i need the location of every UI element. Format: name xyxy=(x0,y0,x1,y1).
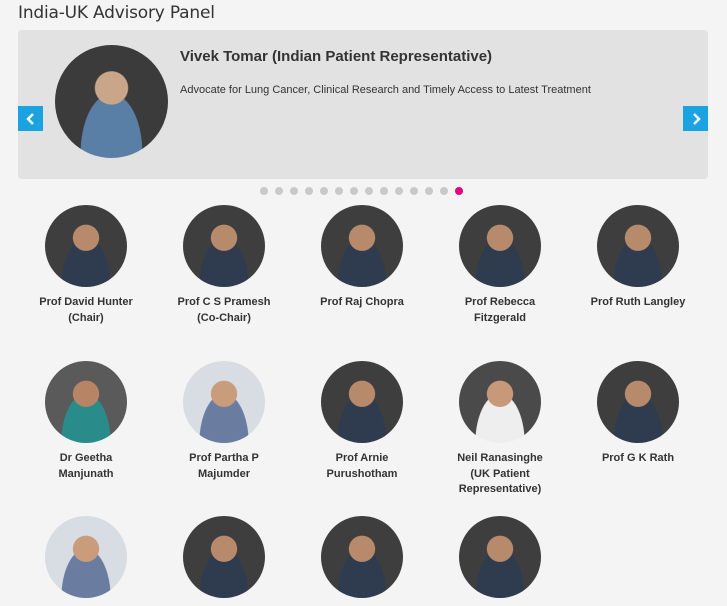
member-avatar[interactable] xyxy=(183,516,265,598)
member-card[interactable]: Prof C S Pramesh (Co-Chair) xyxy=(164,205,284,326)
member-card[interactable]: Prof Ruth Langley xyxy=(578,205,698,311)
carousel-dot[interactable] xyxy=(260,187,268,195)
member-name[interactable]: Prof David Hunter (Chair) xyxy=(26,295,146,326)
member-avatar[interactable] xyxy=(597,361,679,443)
carousel-dot[interactable] xyxy=(410,187,418,195)
carousel-dot[interactable] xyxy=(335,187,343,195)
member-name[interactable]: Prof Ruth Langley xyxy=(578,295,698,311)
member-card[interactable] xyxy=(302,516,422,606)
member-name[interactable]: Neil Ranasinghe (UK Patient Representati… xyxy=(440,451,560,498)
member-avatar[interactable] xyxy=(45,361,127,443)
carousel-prev-button[interactable] xyxy=(18,106,43,131)
member-avatar[interactable] xyxy=(321,205,403,287)
member-name[interactable]: Prof G K Rath xyxy=(578,451,698,467)
page-title: India-UK Advisory Panel xyxy=(18,3,215,23)
carousel-dot[interactable] xyxy=(365,187,373,195)
carousel-dots xyxy=(260,187,463,195)
member-card[interactable] xyxy=(440,516,560,606)
member-avatar[interactable] xyxy=(459,205,541,287)
member-avatar[interactable] xyxy=(183,205,265,287)
member-card[interactable]: Dr Geetha Manjunath xyxy=(26,361,146,482)
chevron-right-icon xyxy=(692,112,701,125)
member-avatar[interactable] xyxy=(45,516,127,598)
featured-name: Vivek Tomar (Indian Patient Representati… xyxy=(180,48,493,65)
carousel-dot[interactable] xyxy=(395,187,403,195)
carousel-next-button[interactable] xyxy=(683,106,708,131)
member-card[interactable] xyxy=(164,516,284,606)
featured-carousel: Vivek Tomar (Indian Patient Representati… xyxy=(18,30,708,179)
carousel-dot[interactable] xyxy=(305,187,313,195)
member-card[interactable]: Prof Raj Chopra xyxy=(302,205,422,311)
carousel-dot[interactable] xyxy=(275,187,283,195)
member-avatar[interactable] xyxy=(597,205,679,287)
carousel-dot[interactable] xyxy=(290,187,298,195)
featured-portrait xyxy=(55,45,168,158)
member-card[interactable]: Prof Arnie Purushotham xyxy=(302,361,422,482)
member-name[interactable]: Prof Arnie Purushotham xyxy=(302,451,422,482)
member-card[interactable] xyxy=(26,516,146,606)
carousel-dot[interactable] xyxy=(320,187,328,195)
carousel-dot[interactable] xyxy=(380,187,388,195)
chevron-left-icon xyxy=(25,112,34,125)
carousel-dot[interactable] xyxy=(425,187,433,195)
member-card[interactable]: Prof G K Rath xyxy=(578,361,698,467)
member-card[interactable]: Prof Partha P Majumder xyxy=(164,361,284,482)
member-name[interactable]: Prof Raj Chopra xyxy=(302,295,422,311)
carousel-dot[interactable] xyxy=(350,187,358,195)
member-name[interactable]: Dr Geetha Manjunath xyxy=(26,451,146,482)
member-avatar[interactable] xyxy=(459,361,541,443)
member-avatar[interactable] xyxy=(45,205,127,287)
member-avatar[interactable] xyxy=(321,361,403,443)
member-card[interactable]: Prof David Hunter (Chair) xyxy=(26,205,146,326)
carousel-dot[interactable] xyxy=(440,187,448,195)
member-card[interactable]: Prof Rebecca Fitzgerald xyxy=(440,205,560,326)
member-name[interactable]: Prof Rebecca Fitzgerald xyxy=(440,295,560,326)
member-avatar[interactable] xyxy=(183,361,265,443)
member-avatar[interactable] xyxy=(321,516,403,598)
carousel-dot[interactable] xyxy=(455,187,463,195)
member-name[interactable]: Prof Partha P Majumder xyxy=(164,451,284,482)
member-name[interactable]: Prof C S Pramesh (Co-Chair) xyxy=(164,295,284,326)
member-avatar[interactable] xyxy=(459,516,541,598)
member-card[interactable]: Neil Ranasinghe (UK Patient Representati… xyxy=(440,361,560,498)
featured-description: Advocate for Lung Cancer, Clinical Resea… xyxy=(180,84,591,96)
